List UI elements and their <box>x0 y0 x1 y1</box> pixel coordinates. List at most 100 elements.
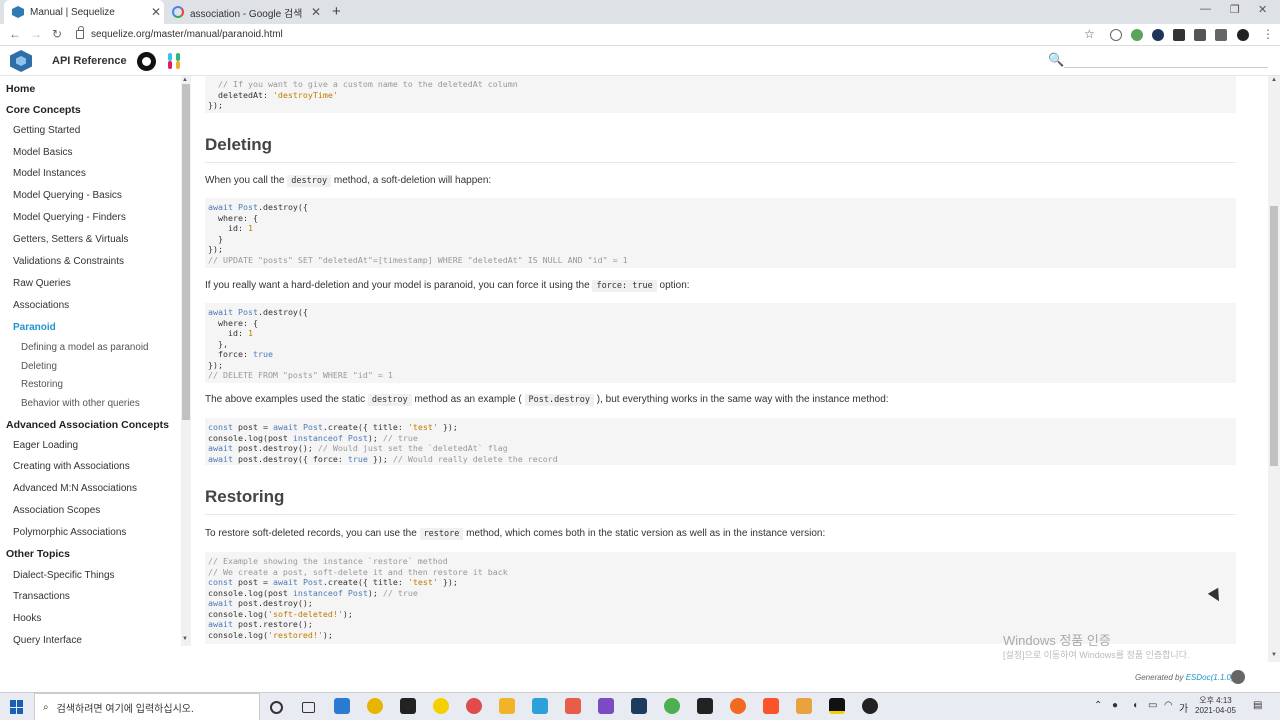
sidebar-item-hooks[interactable]: Hooks <box>13 613 41 624</box>
intellij-icon[interactable] <box>697 698 713 714</box>
sidebar-item-validations-constraints[interactable]: Validations & Constraints <box>13 256 124 267</box>
code-token: id: <box>208 223 248 233</box>
cortana-icon[interactable] <box>270 701 283 714</box>
restore-window-icon[interactable]: ❐ <box>1230 3 1240 16</box>
wifi-icon[interactable]: ◠ <box>1164 700 1173 711</box>
app-icon[interactable] <box>532 698 548 714</box>
esdoc-link[interactable]: ESDoc(1.1.0) <box>1186 673 1234 682</box>
app-icon[interactable] <box>796 698 812 714</box>
kakaotalk-icon[interactable] <box>433 698 449 714</box>
sidebar-item-model-querying-basics[interactable]: Model Querying - Basics <box>13 190 122 201</box>
code-token: 1 <box>247 223 253 233</box>
sidebar-item-defining-a-model-as-paranoid[interactable]: Defining a model as paranoid <box>21 342 148 353</box>
code-token: true <box>252 349 273 359</box>
sidebar-item-association-scopes[interactable]: Association Scopes <box>13 505 100 516</box>
microphone-icon[interactable]: ● <box>1112 700 1118 711</box>
extension-icon[interactable] <box>1152 29 1164 41</box>
puzzle-icon[interactable] <box>1215 29 1227 41</box>
app-icon[interactable] <box>598 698 614 714</box>
extension-icon[interactable] <box>1131 29 1143 41</box>
task-view-icon[interactable] <box>302 702 315 713</box>
tab-sequelize-manual[interactable]: Manual | Sequelize ✕ <box>4 0 164 24</box>
sidebar-scrollbar[interactable]: ▲ ▼ <box>181 76 191 646</box>
figma-icon[interactable] <box>565 698 581 714</box>
scroll-down-icon[interactable]: ▼ <box>182 636 188 642</box>
page-scroll-thumb[interactable] <box>1270 206 1278 466</box>
taskbar-search-box[interactable]: ⌕ 검색하려면 여기에 입력하십시오. <box>34 693 260 720</box>
notification-icon[interactable]: ▤ <box>1253 700 1262 711</box>
ime-indicator[interactable]: 가 <box>1179 700 1188 715</box>
sidebar-item-creating-with-associations[interactable]: Creating with Associations <box>13 461 130 472</box>
app-icon[interactable] <box>829 698 845 714</box>
notion-icon[interactable] <box>400 698 416 714</box>
api-reference-link[interactable]: API Reference <box>52 55 127 67</box>
bookmark-star-icon[interactable]: ☆ <box>1084 27 1095 41</box>
new-tab-icon[interactable]: + <box>332 3 341 20</box>
file-explorer-icon[interactable] <box>499 698 515 714</box>
sidebar-item-model-querying-finders[interactable]: Model Querying - Finders <box>13 212 126 223</box>
sidebar-item-core-concepts[interactable]: Core Concepts <box>6 104 81 116</box>
sidebar-item-behavior-with-other-queries[interactable]: Behavior with other queries <box>21 398 140 409</box>
app-icon[interactable] <box>862 698 878 714</box>
sidebar-item-getting-started[interactable]: Getting Started <box>13 125 80 136</box>
github-icon[interactable] <box>137 52 156 71</box>
notion-extension-icon[interactable] <box>1173 29 1185 41</box>
app-icon[interactable] <box>664 698 680 714</box>
vscode-icon[interactable] <box>334 698 350 714</box>
sidebar-item-deleting[interactable]: Deleting <box>21 361 57 372</box>
tab-title: Manual | Sequelize <box>30 6 115 18</box>
page-scrollbar[interactable]: ▲ ▼ <box>1268 76 1280 662</box>
sidebar-item-query-interface[interactable]: Query Interface <box>13 635 82 646</box>
sidebar-item-other-topics[interactable]: Other Topics <box>6 548 70 560</box>
sidebar-item-transactions[interactable]: Transactions <box>13 591 70 602</box>
code-token: ); <box>367 587 383 598</box>
chrome-icon[interactable] <box>367 698 383 714</box>
search-input[interactable] <box>1064 52 1268 68</box>
code-token: post = <box>237 577 273 587</box>
sidebar-item-associations[interactable]: Associations <box>13 300 69 311</box>
sidebar-item-polymorphic-associations[interactable]: Polymorphic Associations <box>13 527 126 538</box>
windows-start-icon[interactable] <box>10 700 24 714</box>
esdoc-logo-icon[interactable] <box>1231 670 1245 684</box>
slack-icon[interactable] <box>165 52 183 70</box>
sidebar-item-restoring[interactable]: Restoring <box>21 379 63 390</box>
extension-icon[interactable] <box>1194 29 1206 41</box>
sidebar-item-paranoid[interactable]: Paranoid <box>13 322 56 333</box>
sidebar-item-raw-queries[interactable]: Raw Queries <box>13 278 71 289</box>
extension-icon[interactable] <box>1110 29 1122 41</box>
search-icon[interactable]: 🔍 <box>1048 52 1064 68</box>
close-icon[interactable]: ✕ <box>308 5 324 19</box>
sidebar-scroll-thumb[interactable] <box>182 84 190 420</box>
scroll-up-icon[interactable]: ▲ <box>182 77 188 83</box>
close-icon[interactable]: ✕ <box>148 5 164 19</box>
sidebar-item-advanced-association-concepts[interactable]: Advanced Association Concepts <box>6 419 169 431</box>
tab-google-search[interactable]: association - Google 검색 ✕ <box>164 0 324 24</box>
brave-icon[interactable] <box>763 698 779 714</box>
scroll-up-icon[interactable]: ▲ <box>1271 77 1277 83</box>
app-icon[interactable] <box>631 698 647 714</box>
postman-icon[interactable] <box>730 698 746 714</box>
forward-icon[interactable]: → <box>30 27 42 41</box>
app-icon[interactable] <box>466 698 482 714</box>
sidebar-item-home[interactable]: Home <box>6 83 35 95</box>
minimize-icon[interactable]: — <box>1200 3 1211 15</box>
sidebar-item-dialect-specific-things[interactable]: Dialect-Specific Things <box>13 570 115 581</box>
network-icon[interactable]: ▭ <box>1148 700 1157 711</box>
sidebar-item-eager-loading[interactable]: Eager Loading <box>13 440 78 451</box>
tray-chevron-icon[interactable]: ⌃ <box>1094 700 1102 711</box>
close-window-icon[interactable]: ✕ <box>1258 3 1267 16</box>
profile-avatar[interactable] <box>1237 29 1249 41</box>
sequelize-logo-icon[interactable] <box>10 50 32 72</box>
scroll-down-icon[interactable]: ▼ <box>1271 652 1277 658</box>
inline-code: destroy <box>367 394 412 406</box>
speaker-icon[interactable]: ◖ <box>1132 700 1138 711</box>
menu-dots-icon[interactable]: ⋮ <box>1262 27 1274 41</box>
back-icon[interactable]: ← <box>9 27 21 41</box>
sidebar-item-getters-setters-virtuals[interactable]: Getters, Setters & Virtuals <box>13 234 128 245</box>
sidebar-item-model-instances[interactable]: Model Instances <box>13 168 86 179</box>
sidebar-item-advanced-m-n-associations[interactable]: Advanced M:N Associations <box>13 483 137 494</box>
taskbar-clock[interactable]: 오후 4:13 2021-04-05 <box>1195 696 1236 716</box>
sidebar-item-model-basics[interactable]: Model Basics <box>13 147 72 158</box>
reload-icon[interactable]: ↻ <box>52 27 62 41</box>
address-bar[interactable]: sequelize.org/master/manual/paranoid.htm… <box>76 26 1106 43</box>
